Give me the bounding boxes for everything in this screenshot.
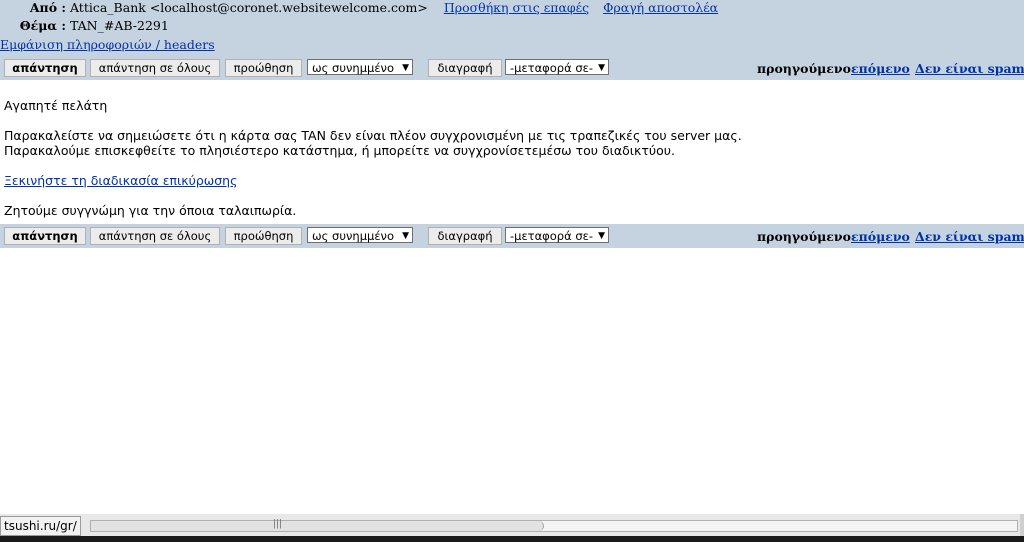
show-headers-link[interactable]: Εμφάνιση πληροφοριών / headers [0, 37, 215, 52]
verification-link[interactable]: Ξεκινήστε τη διαδικασία επικύρωσης [4, 173, 237, 188]
forward-mode-value: ως συνημμένο [312, 229, 394, 243]
window-bottom-edge [0, 536, 1024, 542]
scroll-corner [1020, 514, 1024, 536]
dropdown-arrow-icon: ▼ [402, 231, 409, 241]
grip-icon: ||| [273, 519, 283, 529]
not-spam-link[interactable]: Δεν είναι spam [915, 229, 1024, 244]
next-link[interactable]: επόμενο [851, 61, 910, 76]
forward-button[interactable]: προώθηση [225, 59, 302, 77]
delete-button[interactable]: διαγραφή [428, 59, 502, 77]
block-sender-link[interactable]: Φραγή αποστολέα [603, 0, 718, 15]
move-to-value: -μεταφορά σε- [510, 61, 593, 75]
body-line-1: Παρακαλείστε να σημειώσετε ότι η κάρτα σ… [4, 128, 742, 143]
from-value: Attica_Bank <localhost@coronet.websitewe… [70, 0, 428, 15]
move-to-value: -μεταφορά σε- [510, 229, 593, 243]
reply-button[interactable]: απάντηση [4, 59, 86, 77]
reply-all-button[interactable]: απάντηση σε όλους [90, 227, 220, 245]
reply-all-button[interactable]: απάντηση σε όλους [90, 59, 220, 77]
subject-row: Θέμα : TAN_#AB-2291 [0, 18, 169, 33]
closing-text: Ζητούμε συγγνώμη για την όποια ταλαιπωρί… [4, 203, 297, 218]
scrollbar-thumb[interactable]: ||| [91, 519, 544, 531]
greeting-text: Αγαπητέ πελάτη [4, 98, 108, 113]
status-url: tsushi.ru/gr/ [0, 516, 81, 536]
next-link[interactable]: επόμενο [851, 229, 910, 244]
body-line-2: Παρακαλούμε επισκεφθείτε το πλησιέστερο … [4, 143, 675, 158]
dropdown-arrow-icon: ▼ [598, 231, 605, 241]
dropdown-arrow-icon: ▼ [402, 63, 409, 73]
delete-button[interactable]: διαγραφή [428, 227, 502, 245]
from-label: Από : [29, 0, 66, 15]
bottom-toolbar: απάντηση απάντηση σε όλους προώθηση ως σ… [0, 224, 1024, 248]
from-row: Από : Attica_Bank <localhost@coronet.webs… [0, 0, 718, 15]
browser-status-bar: ||| tsushi.ru/gr/ [0, 514, 1024, 536]
not-spam-link[interactable]: Δεν είναι spam [915, 61, 1024, 76]
previous-label: προηγούμενο [757, 229, 851, 244]
horizontal-scrollbar[interactable]: ||| [90, 519, 1018, 532]
reply-button[interactable]: απάντηση [4, 227, 86, 245]
add-contact-link[interactable]: Προσθήκη στις επαφές [444, 0, 589, 15]
dropdown-arrow-icon: ▼ [598, 63, 605, 73]
previous-label: προηγούμενο [757, 61, 851, 76]
subject-label: Θέμα : [19, 18, 66, 33]
forward-button[interactable]: προώθηση [225, 227, 302, 245]
move-to-select[interactable]: -μεταφορά σε- ▼ [505, 59, 609, 75]
move-to-select[interactable]: -μεταφορά σε- ▼ [505, 227, 609, 243]
subject-value: TAN_#AB-2291 [70, 18, 169, 33]
forward-mode-value: ως συνημμένο [312, 61, 394, 75]
message-header: Από : Attica_Bank <localhost@coronet.webs… [0, 0, 1024, 56]
forward-mode-select[interactable]: ως συνημμένο ▼ [307, 227, 413, 243]
top-toolbar: απάντηση απάντηση σε όλους προώθηση ως σ… [0, 56, 1024, 80]
forward-mode-select[interactable]: ως συνημμένο ▼ [307, 59, 413, 75]
